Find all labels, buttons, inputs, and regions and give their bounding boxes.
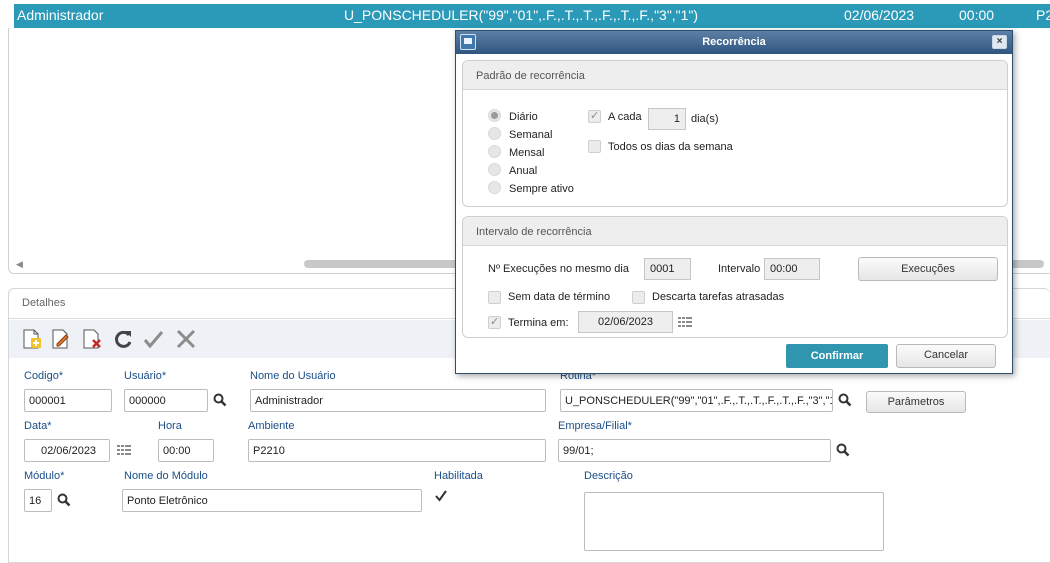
confirmar-button[interactable]: Confirmar — [786, 344, 888, 368]
nome-usuario-field[interactable]: Administrador — [250, 389, 546, 412]
descricao-label: Descrição — [584, 470, 633, 482]
option-anual-label: Anual — [509, 165, 538, 177]
grid-row-selected[interactable]: Administrador U_PONSCHEDULER("99","01",.… — [14, 4, 1050, 28]
edit-record-icon[interactable] — [50, 328, 72, 350]
recorrencia-dialog: Recorrência × Padrão de recorrência Diár… — [455, 30, 1013, 374]
interval-group-title: Intervalo de recorrência — [476, 226, 592, 238]
a-cada-label: A cada — [608, 111, 642, 123]
new-record-icon[interactable] — [21, 328, 43, 350]
calendar-icon[interactable] — [117, 445, 131, 457]
execucoes-button[interactable]: Execuções — [858, 257, 998, 281]
codigo-label: Codigo* — [24, 370, 64, 382]
usuario-field[interactable]: 000000 — [124, 389, 208, 412]
termina-label: Termina em: — [508, 317, 569, 329]
execucoes-label: Nº Execuções no mesmo dia — [488, 263, 629, 275]
habilitada-label: Habilitada — [434, 470, 483, 482]
codigo-field[interactable]: 000001 — [24, 389, 112, 412]
nome-modulo-field[interactable]: Ponto Eletrônico — [122, 489, 422, 512]
grid-cell-user: Administrador — [17, 7, 104, 23]
parametros-button[interactable]: Parâmetros — [866, 391, 966, 413]
descarta-checkbox[interactable] — [632, 291, 645, 304]
refresh-icon[interactable] — [112, 328, 134, 350]
termina-date-field[interactable]: 02/06/2023 — [578, 311, 673, 333]
radio-semanal[interactable] — [488, 127, 501, 140]
option-semanal-label: Semanal — [509, 129, 553, 141]
search-icon[interactable] — [836, 443, 850, 457]
hora-label: Hora — [158, 420, 182, 432]
data-field[interactable]: 02/06/2023 — [24, 439, 110, 462]
confirm-check-icon[interactable] — [142, 328, 164, 350]
search-icon[interactable] — [57, 493, 71, 507]
descricao-field[interactable] — [584, 492, 884, 551]
dialog-titlebar[interactable]: Recorrência × — [456, 31, 1012, 54]
details-title: Detalhes — [22, 297, 66, 309]
intervalo-field[interactable]: 00:00 — [764, 258, 820, 280]
search-icon[interactable] — [213, 393, 227, 407]
todos-dias-checkbox[interactable] — [588, 140, 601, 153]
radio-sempre-ativo[interactable] — [488, 181, 501, 194]
intervalo-label: Intervalo — [718, 263, 761, 275]
habilitada-checkbox[interactable] — [434, 489, 448, 503]
pattern-group: Padrão de recorrência Diário Semanal Men… — [462, 60, 1008, 207]
nome-modulo-label: Nome do Módulo — [124, 470, 208, 482]
execucoes-field[interactable]: 0001 — [644, 258, 691, 280]
delete-record-icon[interactable] — [81, 328, 103, 350]
pattern-group-title: Padrão de recorrência — [476, 70, 585, 82]
calendar-icon[interactable] — [678, 317, 692, 329]
option-sempre-ativo-label: Sempre ativo — [509, 183, 574, 195]
data-label: Data* — [24, 420, 52, 432]
termina-checkbox[interactable] — [488, 315, 501, 329]
radio-diario[interactable] — [488, 109, 501, 122]
a-cada-checkbox[interactable] — [588, 109, 601, 123]
usuario-label: Usuário* — [124, 370, 167, 382]
modulo-label: Módulo* — [24, 470, 65, 482]
nome-usuario-label: Nome do Usuário — [250, 370, 336, 382]
option-diario-label: Diário — [509, 111, 538, 123]
ambiente-label: Ambiente — [248, 420, 295, 432]
search-icon[interactable] — [838, 393, 852, 407]
radio-mensal[interactable] — [488, 145, 501, 158]
radio-anual[interactable] — [488, 163, 501, 176]
grid-cell-extra: P2 — [1036, 7, 1050, 23]
sem-data-label: Sem data de término — [508, 291, 611, 303]
dialog-title: Recorrência — [702, 36, 766, 48]
empresa-field[interactable]: 99/01; — [558, 439, 831, 462]
grid-cell-time: 00:00 — [959, 7, 995, 23]
pattern-group-header: Padrão de recorrência — [463, 61, 1007, 90]
close-icon[interactable]: × — [992, 35, 1007, 49]
a-cada-field[interactable]: 1 — [648, 108, 686, 130]
todos-dias-label: Todos os dias da semana — [608, 141, 733, 153]
cancel-x-icon[interactable] — [175, 328, 197, 350]
cancelar-button[interactable]: Cancelar — [896, 344, 996, 368]
modulo-field[interactable]: 16 — [24, 489, 52, 512]
grid-cell-date: 02/06/2023 — [844, 7, 915, 23]
sem-data-checkbox[interactable] — [488, 291, 501, 304]
descarta-label: Descarta tarefas atrasadas — [652, 291, 785, 303]
empresa-label: Empresa/Filial* — [558, 420, 632, 432]
a-cada-unit: dia(s) — [691, 113, 719, 125]
scroll-left-icon[interactable]: ◀ — [16, 259, 23, 270]
interval-group-header: Intervalo de recorrência — [463, 217, 1007, 246]
rotina-field[interactable]: U_PONSCHEDULER("99","01",.F.,.T.,.T.,.F.… — [560, 389, 833, 412]
grid-cell-routine: U_PONSCHEDULER("99","01",.F.,.T.,.T.,.F.… — [344, 7, 699, 23]
ambiente-field[interactable]: P2210 — [248, 439, 546, 462]
option-mensal-label: Mensal — [509, 147, 545, 159]
hora-field[interactable]: 00:00 — [158, 439, 214, 462]
interval-group: Intervalo de recorrência Nº Execuções no… — [462, 216, 1008, 338]
